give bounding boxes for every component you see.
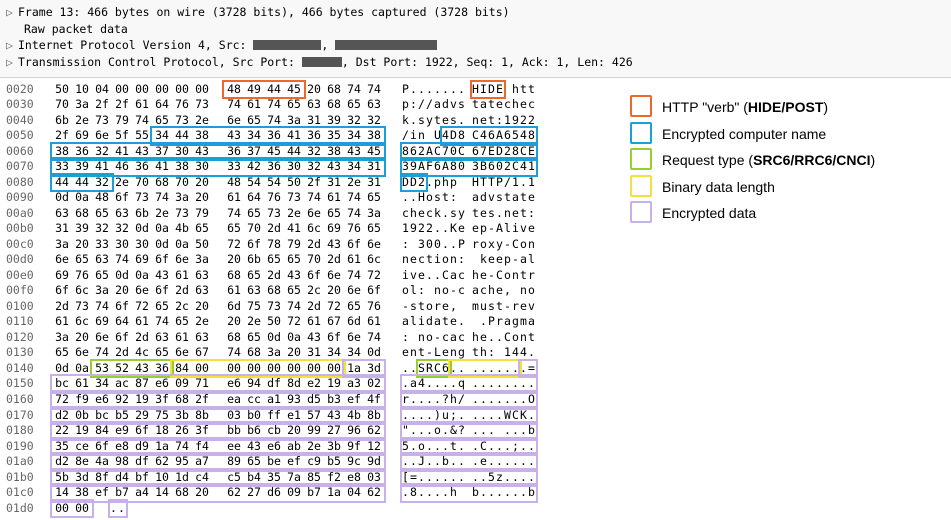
redacted-src-port [302, 57, 342, 67]
hex-ascii: ol: no-cache, no [402, 283, 536, 299]
hex-offset: 00e0 [6, 268, 48, 284]
hex-offset: 0050 [6, 128, 48, 144]
hex-ascii: .8....h b......b [402, 485, 536, 501]
hex-bytes: 50100400000000004849444520687474 [52, 82, 384, 98]
hex-row[interactable]: 00f06f6c3a206e6f2d63616368652c206e6f ol: … [6, 283, 945, 299]
hex-row[interactable]: 01002d73746f72652c206d7573742d726576 -sto… [6, 299, 945, 315]
hex-offset: 0120 [6, 330, 48, 346]
hex-bytes: 703a2f2f616476737461746563686563 [52, 97, 384, 113]
hex-offset: 00d0 [6, 252, 48, 268]
hex-bytes: 6e656374696f6e3a206b6565702d616c [52, 252, 384, 268]
legend-binlen: Binary data length [630, 174, 875, 201]
hex-bytes: 0000 [52, 501, 92, 517]
hex-bytes: 6976650d0a43616368652d436f6e7472 [52, 268, 384, 284]
hex-bytes: 313932320d0a4b6565702d416c697665 [52, 221, 384, 237]
hex-offset: 0060 [6, 144, 48, 160]
hex-row[interactable]: 01d00000.. [6, 501, 945, 517]
expand-triangle-icon[interactable]: ▷ [6, 4, 16, 21]
hex-offset: 0100 [6, 299, 48, 315]
tcp-row[interactable]: ▷Transmission Control Protocol, Src Port… [6, 54, 945, 71]
hex-offset: 01a0 [6, 454, 48, 470]
hex-bytes: 2d73746f72652c206d7573742d726576 [52, 299, 384, 315]
swatch-purple-icon [630, 201, 652, 223]
hex-row[interactable]: 0110616c69646174652e202e507261676d61 alid… [6, 314, 945, 330]
hex-offset: 0090 [6, 190, 48, 206]
expand-triangle-icon[interactable]: ▷ [6, 54, 16, 71]
redacted-dst-ip [335, 40, 437, 50]
hex-offset: 0040 [6, 113, 48, 129]
hex-ascii: : no-cache..Cont [402, 330, 536, 346]
hex-offset: 0080 [6, 175, 48, 191]
hex-offset: 0160 [6, 392, 48, 408]
swatch-blue-icon [630, 122, 652, 144]
hex-ascii: alidate. .Pragma [402, 314, 536, 330]
hex-bytes: 4444322e70687020485454502f312e31 [52, 175, 384, 191]
hex-offset: 0110 [6, 314, 48, 330]
hex-ascii: nection: keep-al [402, 252, 536, 268]
hex-offset: 0170 [6, 408, 48, 424]
hex-offset: 0190 [6, 439, 48, 455]
hex-ascii: check.sytes.net: [402, 206, 536, 222]
hex-row[interactable]: 00e06976650d0a43616368652d436f6e7472 ive.… [6, 268, 945, 284]
hex-ascii: -store, must-rev [402, 299, 536, 315]
hex-bytes: 3a203330300d0a50726f78792d436f6e [52, 237, 384, 253]
hex-offset: 0020 [6, 82, 48, 98]
hex-offset: 00f0 [6, 283, 48, 299]
hex-offset: 01c0 [6, 485, 48, 501]
hex-offset: 00b0 [6, 221, 48, 237]
hex-bytes: 1438efb7a41468206227d609b71a0462 [52, 485, 384, 501]
hex-offset: 0070 [6, 159, 48, 175]
raw-packet-row[interactable]: Raw packet data [6, 21, 945, 38]
expand-triangle-icon[interactable]: ▷ [6, 37, 16, 54]
hex-ascii: : 300..Proxy-Con [402, 237, 536, 253]
redacted-src-ip [253, 40, 321, 50]
swatch-green-icon [630, 148, 652, 170]
hex-offset: 0180 [6, 423, 48, 439]
hex-row[interactable]: 01c01438efb7a41468206227d609b71a0462 .8..… [6, 485, 945, 501]
hex-bytes: 6f6c3a206e6f2d63616368652c206e6f [52, 283, 384, 299]
legend: HTTP "verb" (HIDE/POST) Encrypted comput… [630, 94, 875, 227]
hex-bytes: 616c69646174652e202e507261676d61 [52, 314, 384, 330]
hex-bytes: 0d0a486f73743a206164767374617465 [52, 190, 384, 206]
hex-offset: 0030 [6, 97, 48, 113]
hex-offset: 00a0 [6, 206, 48, 222]
swatch-orange-icon [630, 95, 652, 117]
hex-ascii: .. [110, 501, 126, 517]
hex-ascii: p://advstatechec [402, 97, 536, 113]
hex-row[interactable]: 01203a206e6f2d63616368650d0a436f6e74 : no… [6, 330, 945, 346]
legend-compname: Encrypted computer name [630, 121, 875, 148]
hex-offset: 00c0 [6, 237, 48, 253]
hex-row[interactable]: 00c03a203330300d0a50726f78792d436f6e : 30… [6, 237, 945, 253]
legend-reqtype: Request type (SRC6/RRC6/CNCI) [630, 147, 875, 174]
hex-offset: 01d0 [6, 501, 48, 517]
hex-offset: 0150 [6, 376, 48, 392]
hex-ascii: 1922..Keep-Alive [402, 221, 536, 237]
hex-bytes: 3a206e6f2d63616368650d0a436f6e74 [52, 330, 384, 346]
hex-ascii: P.......HIDE htt [402, 82, 536, 98]
hex-ascii: DD2.php HTTP/1.1 [402, 175, 536, 191]
ip-row[interactable]: ▷Internet Protocol Version 4, Src: , [6, 37, 945, 54]
hex-offset: 01b0 [6, 470, 48, 486]
legend-encdata: Encrypted data [630, 200, 875, 227]
swatch-yellow-icon [630, 175, 652, 197]
hex-offset: 0140 [6, 361, 48, 377]
hex-offset: 0130 [6, 345, 48, 361]
hex-ascii: ive..Cache-Contr [402, 268, 536, 284]
packet-details: ▷Frame 13: 466 bytes on wire (3728 bits)… [0, 0, 951, 78]
frame-summary-row[interactable]: ▷Frame 13: 466 bytes on wire (3728 bits)… [6, 4, 945, 21]
hex-row[interactable]: 00d06e656374696f6e3a206b6565702d616c nect… [6, 252, 945, 268]
hex-ascii: ..Host: advstate [402, 190, 536, 206]
legend-verb: HTTP "verb" (HIDE/POST) [630, 94, 875, 121]
hex-bytes: 636865636b2e73797465732e6e65743a [52, 206, 384, 222]
